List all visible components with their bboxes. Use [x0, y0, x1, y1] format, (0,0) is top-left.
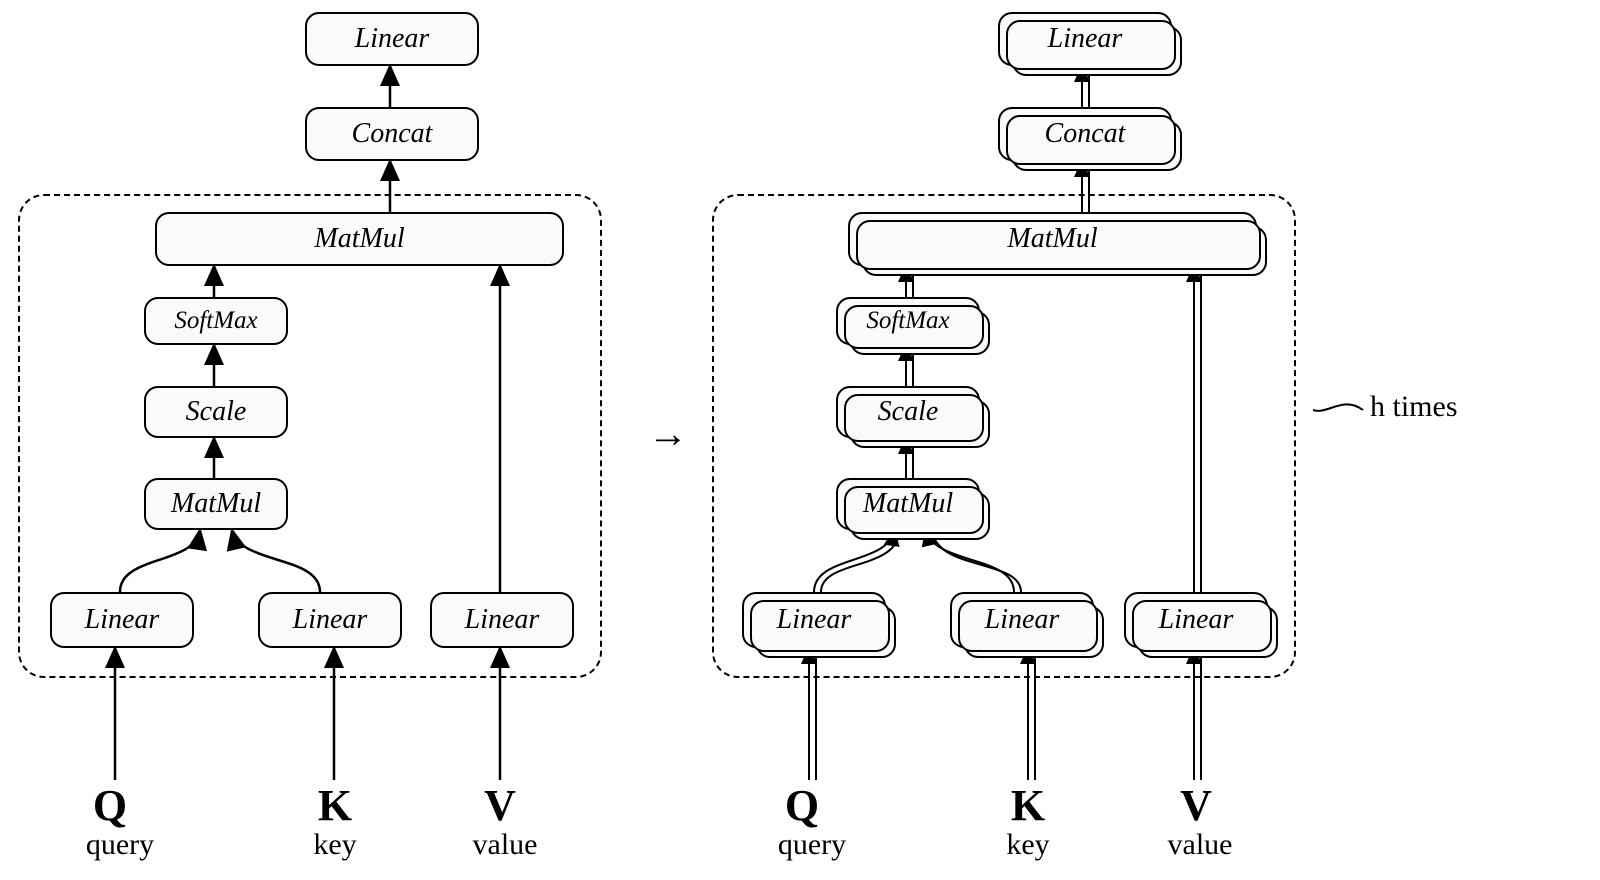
box-linear-q-right: Linear: [742, 592, 886, 648]
box-matmul-bottom-right: MatMul: [836, 478, 980, 530]
box-softmax-right: SoftMax: [836, 297, 980, 345]
text-scale: Scale: [878, 396, 939, 428]
text-concat: Concat: [1045, 118, 1126, 150]
text-linear: Linear: [1159, 604, 1234, 636]
box-linear-top-right: Linear: [998, 12, 1172, 66]
text-matmul: MatMul: [1007, 223, 1097, 255]
box-linear-v-right: Linear: [1124, 592, 1268, 648]
attention-diagram: Linear Concat MatMul SoftMax Scale MatMu…: [0, 0, 1600, 879]
box-linear-k-right: Linear: [950, 592, 1094, 648]
text-linear: Linear: [985, 604, 1060, 636]
text-softmax: SoftMax: [866, 307, 949, 335]
box-scale-right: Scale: [836, 386, 980, 438]
text-linear: Linear: [777, 604, 852, 636]
box-concat-right: Concat: [998, 107, 1172, 161]
transition-arrow: →: [648, 410, 688, 457]
arrows-left: [0, 0, 620, 880]
text-linear: Linear: [1048, 23, 1123, 55]
text-matmul: MatMul: [863, 488, 953, 520]
box-matmul-top-right: MatMul: [848, 212, 1257, 266]
annotation-h-times: h times: [1370, 390, 1458, 424]
